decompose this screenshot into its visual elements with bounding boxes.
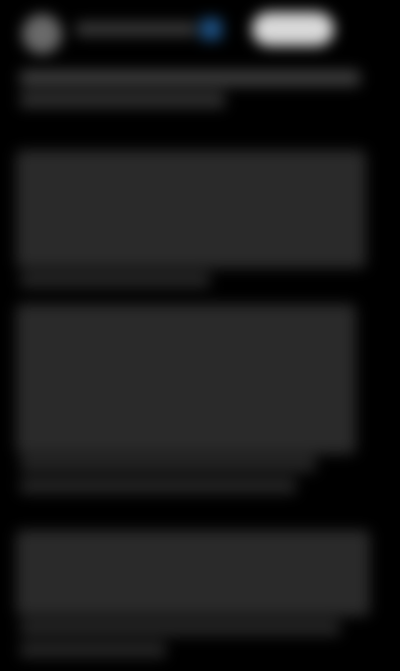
- follow-button[interactable]: [252, 12, 334, 46]
- author-name[interactable]: [76, 22, 196, 36]
- verified-badge-icon: [200, 18, 222, 40]
- text-line: [20, 272, 210, 288]
- text-line: [20, 478, 296, 494]
- text-line: [20, 642, 166, 658]
- text-line: [20, 456, 316, 472]
- text-line: [20, 620, 340, 636]
- paragraph-4: [16, 530, 370, 616]
- text-line: [20, 70, 360, 86]
- post-header: [20, 12, 380, 54]
- social-post-screen: [0, 0, 400, 671]
- paragraph-2: [16, 150, 366, 268]
- avatar[interactable]: [22, 14, 62, 54]
- paragraph-3: [16, 304, 356, 454]
- text-line: [20, 92, 225, 108]
